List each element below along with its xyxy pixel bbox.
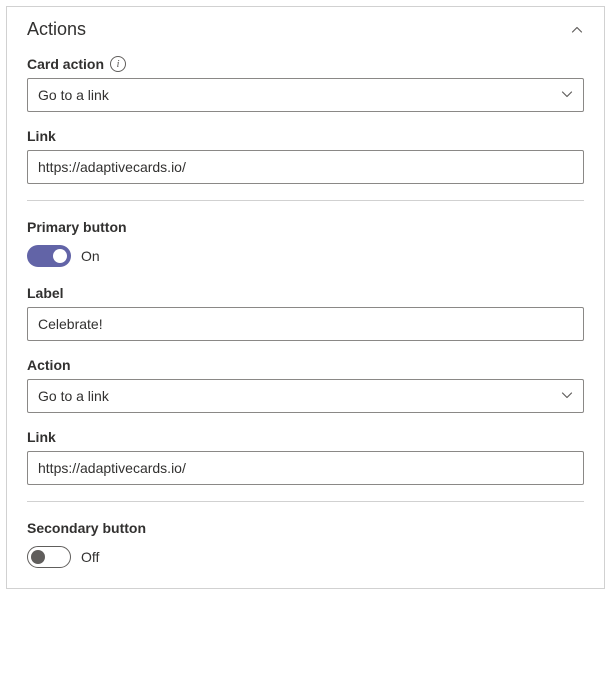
primary-button-link-label: Link bbox=[27, 429, 584, 445]
toggle-thumb bbox=[31, 550, 45, 564]
secondary-button-toggle-row: Off bbox=[27, 546, 584, 568]
chevron-down-icon bbox=[561, 388, 573, 404]
panel-title: Actions bbox=[27, 19, 86, 40]
chevron-down-icon bbox=[561, 87, 573, 103]
primary-button-action-label: Action bbox=[27, 357, 584, 373]
divider bbox=[27, 200, 584, 201]
toggle-thumb bbox=[53, 249, 67, 263]
panel-header[interactable]: Actions bbox=[7, 7, 604, 48]
info-icon[interactable]: i bbox=[110, 56, 126, 72]
primary-button-label-input[interactable] bbox=[27, 307, 584, 341]
card-action-select-value: Go to a link bbox=[38, 87, 109, 103]
card-action-label-text: Card action bbox=[27, 56, 104, 72]
card-action-link-field: Link bbox=[27, 128, 584, 184]
secondary-button-toggle[interactable] bbox=[27, 546, 71, 568]
chevron-up-icon[interactable] bbox=[570, 23, 584, 37]
primary-button-action-select[interactable]: Go to a link bbox=[27, 379, 584, 413]
card-action-label: Card action i bbox=[27, 56, 584, 72]
primary-button-label-fieldlabel: Label bbox=[27, 285, 584, 301]
panel-body: Card action i Go to a link Link Primary … bbox=[7, 48, 604, 588]
primary-button-toggle-row: On bbox=[27, 245, 584, 267]
actions-panel: Actions Card action i Go to a link Link bbox=[6, 6, 605, 589]
card-action-select[interactable]: Go to a link bbox=[27, 78, 584, 112]
primary-button-action-select-value: Go to a link bbox=[38, 388, 109, 404]
primary-button-title: Primary button bbox=[27, 219, 584, 235]
primary-button-label-field: Label bbox=[27, 285, 584, 341]
primary-button-toggle-label: On bbox=[81, 248, 100, 264]
card-action-link-label: Link bbox=[27, 128, 584, 144]
primary-button-toggle[interactable] bbox=[27, 245, 71, 267]
secondary-button-title: Secondary button bbox=[27, 520, 584, 536]
secondary-button-toggle-label: Off bbox=[81, 549, 99, 565]
card-action-field: Card action i Go to a link bbox=[27, 56, 584, 112]
card-action-link-input[interactable] bbox=[27, 150, 584, 184]
primary-button-action-field: Action Go to a link bbox=[27, 357, 584, 413]
divider bbox=[27, 501, 584, 502]
primary-button-link-field: Link bbox=[27, 429, 584, 485]
primary-button-link-input[interactable] bbox=[27, 451, 584, 485]
